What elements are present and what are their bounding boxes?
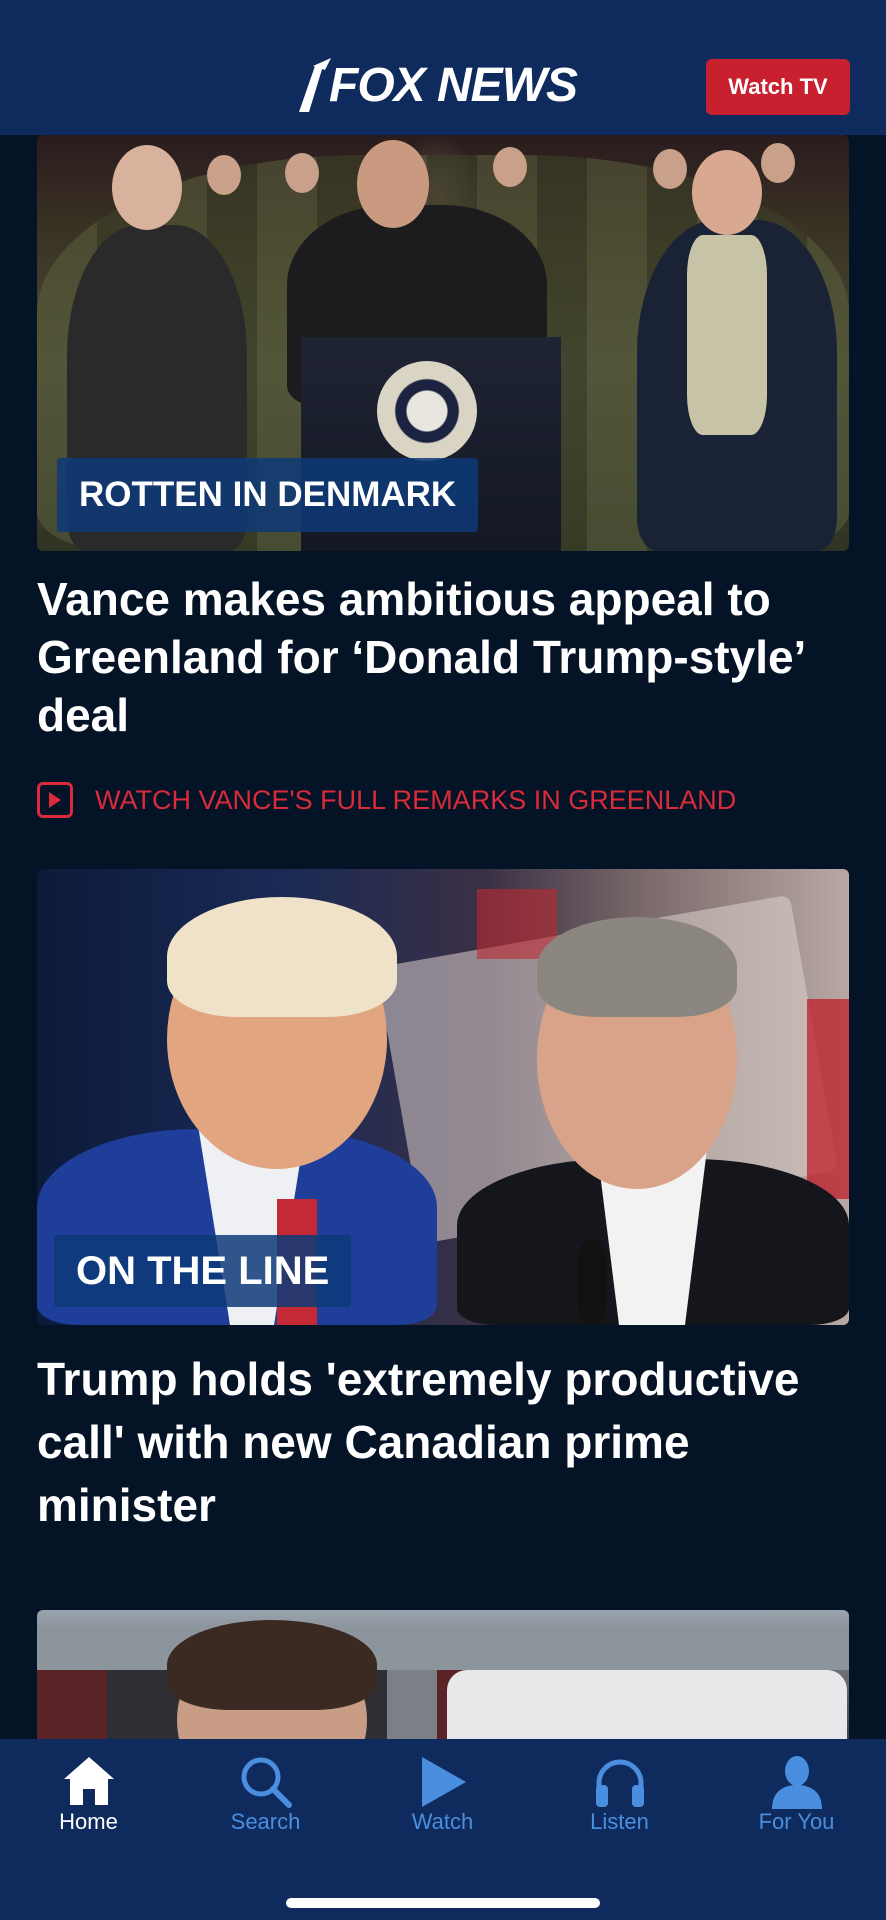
home-icon [63, 1757, 114, 1805]
logo-text: FOX NEWS [329, 59, 578, 112]
person-icon [771, 1756, 822, 1809]
story-headline[interactable]: Trump holds 'extremely productive call' … [37, 1348, 849, 1537]
tab-listen[interactable]: Listen [531, 1739, 708, 1859]
tab-label: Watch [411, 1809, 474, 1834]
tab-for-you[interactable]: For You [708, 1739, 885, 1859]
watch-link-label: WATCH VANCE'S FULL REMARKS IN GREENLAND [95, 784, 737, 815]
story-kicker: ON THE LINE [54, 1235, 352, 1307]
home-indicator[interactable] [286, 1898, 600, 1908]
search-icon [241, 1757, 292, 1808]
watch-tv-button[interactable]: Watch TV [706, 59, 850, 115]
news-feed[interactable]: ROTTEN IN DENMARK Vance makes ambitious … [0, 135, 886, 1739]
fox-logo-mark-icon [299, 58, 331, 112]
tab-home[interactable]: Home [0, 1739, 177, 1859]
tab-label: Home [59, 1809, 118, 1834]
bottom-tab-bar: Home Search Watch Listen For You [0, 1739, 886, 1920]
tab-watch[interactable]: Watch [354, 1739, 531, 1859]
watch-remarks-link[interactable]: WATCH VANCE'S FULL REMARKS IN GREENLAND [37, 780, 736, 820]
video-play-icon [37, 782, 73, 818]
tab-search[interactable]: Search [177, 1739, 354, 1859]
headphones-icon [595, 1759, 644, 1807]
story-image-vance[interactable]: ROTTEN IN DENMARK [37, 135, 849, 551]
story-headline[interactable]: Vance makes ambitious appeal to Greenlan… [37, 570, 849, 744]
play-icon [421, 1757, 466, 1807]
tab-label: For You [758, 1809, 835, 1834]
app-header: FOX NEWS Watch TV [0, 0, 886, 135]
story-image-trump-carney[interactable]: ON THE LINE [37, 869, 849, 1325]
story-image-next[interactable] [37, 1610, 849, 1739]
fox-news-logo[interactable]: FOX NEWS [293, 58, 578, 114]
story-kicker: ROTTEN IN DENMARK [57, 458, 479, 532]
tab-label: Search [230, 1809, 301, 1834]
tab-label: Listen [590, 1809, 649, 1834]
